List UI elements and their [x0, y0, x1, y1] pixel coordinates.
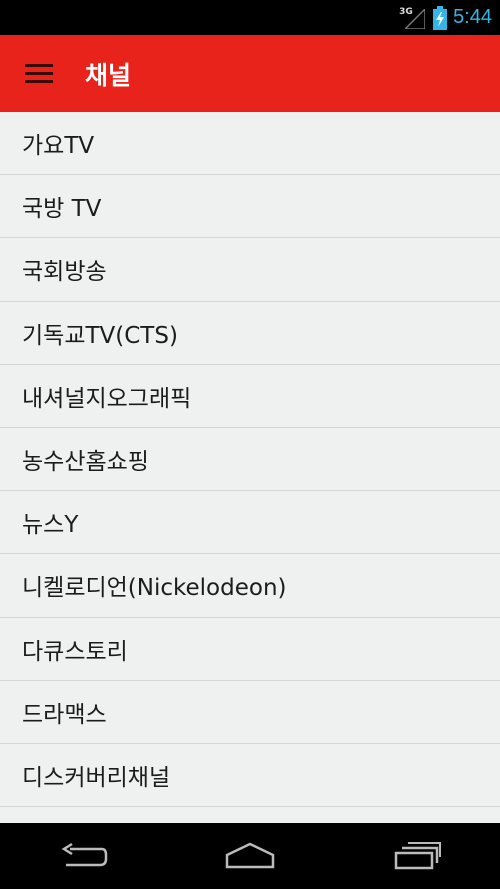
channel-label: 국방 TV — [22, 196, 102, 223]
list-item[interactable]: 니켈로디언(Nickelodeon) — [0, 554, 500, 618]
signal-icon: 3G — [399, 5, 427, 31]
channel-label: 뉴스Y — [22, 512, 79, 539]
home-icon[interactable] — [210, 831, 290, 881]
list-item[interactable]: 디스커버리채널 — [0, 744, 500, 808]
channel-label: 농수산홈쇼핑 — [22, 449, 149, 476]
list-item[interactable]: 뉴스Y — [0, 491, 500, 555]
back-icon[interactable] — [43, 831, 123, 881]
channel-label: 내셔널지오그래픽 — [22, 385, 192, 412]
hamburger-menu-icon[interactable] — [0, 35, 80, 112]
channel-list[interactable]: 가요TV 국방 TV 국회방송 기독교TV(CTS) 내셔널지오그래픽 농수산홈… — [0, 112, 500, 823]
list-item[interactable]: 드라맥스 — [0, 681, 500, 744]
navigation-bar — [0, 823, 500, 889]
channel-label: 가요TV — [22, 133, 95, 160]
list-item[interactable]: 가요TV — [0, 112, 500, 176]
battery-charging-icon — [433, 5, 448, 30]
status-icons: 3G 5:44 — [399, 0, 492, 35]
app-bar: 채널 — [0, 35, 500, 112]
clock: 5:44 — [453, 6, 492, 28]
recent-apps-icon[interactable] — [377, 831, 457, 881]
channel-label: 드라맥스 — [22, 701, 107, 728]
list-item[interactable]: 내셔널지오그래픽 — [0, 365, 500, 428]
list-item[interactable]: 국회방송 — [0, 238, 500, 302]
list-item[interactable]: 다큐스토리 — [0, 618, 500, 681]
channel-label: 기독교TV(CTS) — [22, 322, 178, 349]
channel-label: 다큐스토리 — [22, 638, 128, 665]
channel-label: 니켈로디언(Nickelodeon) — [22, 575, 287, 602]
channel-label: 국회방송 — [22, 259, 107, 286]
page-title: 채널 — [85, 60, 132, 90]
channel-label: 디스커버리채널 — [22, 764, 171, 791]
list-item[interactable]: 기독교TV(CTS) — [0, 302, 500, 365]
list-item[interactable]: 국방 TV — [0, 175, 500, 239]
status-bar: 3G 5:44 — [0, 0, 500, 35]
list-item[interactable]: 농수산홈쇼핑 — [0, 428, 500, 492]
